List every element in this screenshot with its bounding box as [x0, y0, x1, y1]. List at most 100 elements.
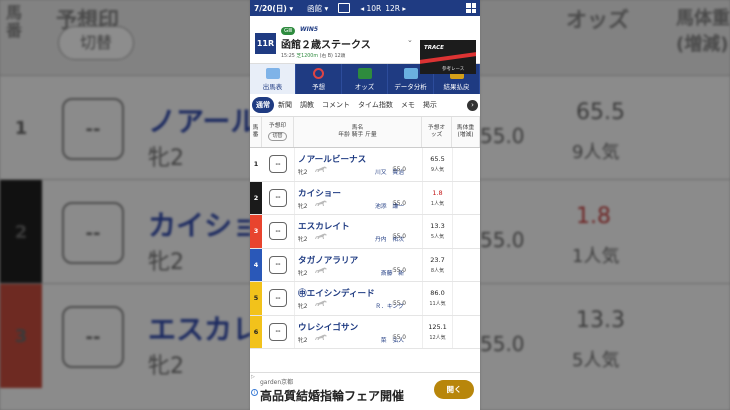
bg-pred-box: --: [62, 98, 124, 160]
post-number: 2: [250, 181, 262, 214]
horse-name-link[interactable]: ㊥エイシンディード: [298, 287, 375, 299]
menu-item-1[interactable]: 予想: [296, 64, 342, 94]
popularity-rank: 9人気: [430, 167, 445, 174]
date-selector[interactable]: 7/20(日) ▾: [254, 3, 293, 14]
bg-odds-value: 13.3: [576, 308, 625, 333]
table-row[interactable]: 4 -- タガノアラリア 牝2 斎藤 新 55.0 23.7 8人気: [250, 248, 480, 282]
prev-race-button[interactable]: ◂ 10R: [360, 4, 381, 13]
venue-selector[interactable]: 函館 ▾: [307, 3, 328, 14]
subtab-5[interactable]: メモ: [397, 97, 419, 113]
odds-board-icon: [357, 68, 372, 79]
bg-popularity: 5人気: [572, 350, 620, 371]
prediction-mark-button[interactable]: --: [269, 289, 287, 308]
popularity-rank: 8人気: [430, 267, 445, 274]
pred-switch-button[interactable]: 切替: [268, 132, 287, 141]
post-number: 1: [250, 148, 262, 181]
ad-info-icon[interactable]: i: [251, 389, 258, 396]
carried-weight: 55.0: [392, 167, 420, 173]
menu-item-label: データ分析: [394, 83, 427, 91]
bg-right-row: 55.0 13.3 5人気: [480, 283, 730, 387]
horse-name-link[interactable]: タガノアラリア: [298, 254, 358, 266]
race-title[interactable]: 函館２歳ステークス: [281, 36, 371, 51]
bg-right-row: 55.0 65.5 9人気: [480, 75, 730, 179]
bg-odds-value: 65.5: [576, 100, 625, 125]
horse-name-link[interactable]: ウレシイゴサン: [298, 321, 358, 333]
popularity-rank: 5人気: [430, 234, 445, 241]
carried-weight: 55.0: [392, 301, 420, 307]
next-race-button[interactable]: 12R ▸: [385, 4, 406, 13]
horse-silhouette-icon: [314, 200, 328, 207]
horse-name-link[interactable]: カイショー: [298, 187, 341, 199]
top-bar: 7/20(日) ▾ 函館 ▾ ◂ 10R 12R ▸: [250, 0, 480, 16]
horse-silhouette-icon: [314, 267, 328, 274]
ad-open-button[interactable]: 開く: [434, 380, 474, 399]
horse-cell: ㊥エイシンディード 牝2 Ｒ．キング 55.0: [294, 282, 422, 315]
race-number-badge: 11R: [255, 33, 276, 54]
odds-value: 86.0: [430, 289, 445, 298]
sex-age: 牝2: [298, 170, 308, 176]
horse-name-link[interactable]: エスカレイト: [298, 220, 350, 232]
calendar-icon[interactable]: [338, 3, 351, 13]
subtab-0[interactable]: 通常: [252, 97, 274, 113]
odds-value: 65.5: [430, 155, 445, 164]
col-header-name: 馬名 年齢 騎手 斤量: [294, 117, 422, 147]
horse-silhouette-icon: [314, 166, 328, 173]
table-row[interactable]: 3 -- エスカレイト 牝2 丹内 祐次 55.0 13.3 5人気: [250, 215, 480, 249]
chevron-down-icon[interactable]: ⌄: [407, 36, 413, 44]
ad-title: 高品質結婚指輪フェア開催: [260, 389, 405, 403]
menu-item-2[interactable]: オッズ: [342, 64, 388, 94]
grid-menu-icon[interactable]: [466, 3, 476, 13]
ad-source: garden京都: [260, 379, 294, 386]
grade-badge: GⅢ: [281, 27, 296, 35]
horse-cell: ウレシイゴサン 牝2 菜 弘人 55.0: [294, 315, 422, 348]
horse-silhouette-icon: [314, 334, 328, 341]
subtab-6[interactable]: 掲示: [419, 97, 441, 113]
sub-tabs: 通常 新聞 調教 コメント タイム指数 メモ 掲示 ›: [250, 94, 480, 117]
table-row[interactable]: 5 -- ㊥エイシンディード 牝2 Ｒ．キング 55.0 86.0 11人気: [250, 282, 480, 316]
popularity-rank: 12人気: [429, 334, 446, 341]
popularity-rank: 1人気: [430, 200, 445, 207]
prediction-mark-button[interactable]: --: [269, 155, 287, 174]
body-weight-cell: [452, 315, 480, 348]
bg-switch-button: 切替: [58, 26, 134, 60]
race-time: 15:25: [281, 54, 295, 59]
sex-age: 牝2: [298, 304, 308, 310]
menu-item-label: 予想: [312, 83, 325, 91]
prediction-mark-button[interactable]: --: [269, 255, 287, 274]
odds-cell: 23.7 8人気: [422, 248, 452, 281]
menu-item-0[interactable]: 出馬表: [250, 64, 296, 94]
prediction-mark-button[interactable]: --: [269, 222, 287, 241]
subtab-4[interactable]: タイム指数: [354, 97, 397, 113]
scroll-right-icon[interactable]: ›: [467, 100, 478, 111]
odds-cell: 13.3 5人気: [422, 215, 452, 248]
horse-name-link[interactable]: ノアールビーナス: [298, 153, 366, 165]
bg-num-header: 馬番: [6, 3, 23, 40]
prediction-mark-button[interactable]: --: [269, 188, 287, 207]
prediction-cell: --: [262, 249, 294, 282]
banner-subtitle: 参考レース: [442, 67, 465, 72]
ad-banner[interactable]: ▷ i garden京都 高品質結婚指輪フェア開催 開く: [250, 372, 480, 410]
odds-cell: 65.5 9人気: [422, 148, 452, 181]
table-row[interactable]: 6 -- ウレシイゴサン 牝2 菜 弘人 55.0 125.1 12人気: [250, 315, 480, 349]
app-screen: 7/20(日) ▾ 函館 ▾ ◂ 10R 12R ▸ 11R GⅢ WIN5 函…: [250, 0, 480, 410]
sex-age: 牝2: [298, 237, 308, 243]
subtab-1[interactable]: 新聞: [274, 97, 296, 113]
bg-right-header: オッズ 馬体重(増減): [480, 0, 730, 75]
prediction-mark-button[interactable]: --: [269, 322, 287, 341]
sex-age: 牝2: [298, 270, 308, 277]
odds-value: 1.8: [432, 188, 443, 197]
race-detail: (右 B) 12頭: [319, 54, 346, 59]
bg-odds-value: 1.8: [576, 204, 611, 229]
table-row[interactable]: 1 -- ノアールビーナス 牝2 川又 賢治 55.0 65.5 9人気: [250, 148, 480, 182]
ad-close-icon[interactable]: ▷: [251, 374, 255, 380]
racecard-icon: [265, 68, 280, 79]
subtab-2[interactable]: 調教: [296, 97, 318, 113]
table-row[interactable]: 2 -- カイショー 牝2 池添 謙一 55.0 1.8 1人気: [250, 181, 480, 215]
bg-popularity: 9人気: [572, 142, 620, 163]
odds-value: 23.7: [430, 255, 445, 264]
reference-race-banner[interactable]: TRACE 参考レース: [420, 40, 476, 74]
sex-age: 牝2: [298, 203, 308, 210]
subtab-3[interactable]: コメント: [318, 97, 354, 113]
prediction-cell: --: [262, 215, 294, 248]
prediction-cell: --: [262, 148, 294, 181]
